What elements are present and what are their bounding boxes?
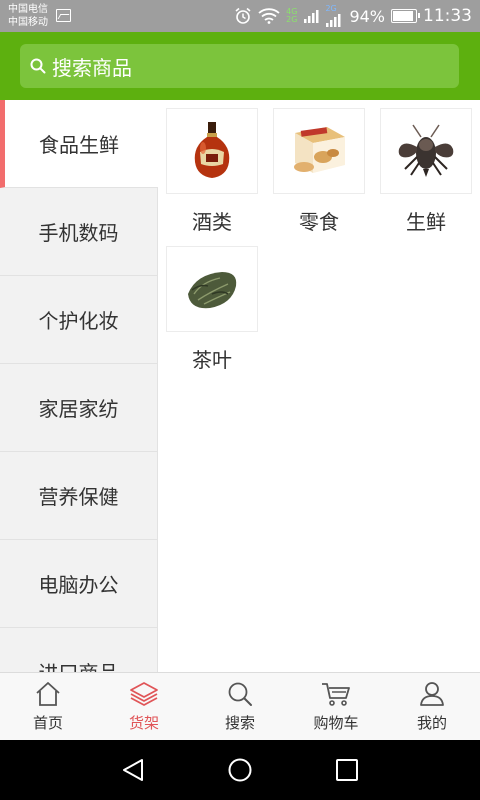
carrier-1: 中国电信: [8, 4, 48, 15]
nav-home[interactable]: 首页: [0, 673, 96, 740]
subcategory-liquor[interactable]: 酒类: [166, 108, 258, 235]
nav-shelf[interactable]: 货架: [96, 673, 192, 740]
liquor-bottle-icon: [194, 122, 230, 178]
category-item-imported[interactable]: 进口商品: [0, 628, 158, 672]
category-item-home[interactable]: 家居家纺: [0, 364, 158, 452]
header: 搜索商品: [0, 32, 480, 100]
subcategory-label: 茶叶: [192, 348, 232, 372]
search-placeholder: 搜索商品: [52, 55, 132, 80]
cart-icon: [322, 683, 350, 706]
signal-icon-1: [304, 10, 319, 23]
search-input[interactable]: 搜索商品: [20, 44, 459, 88]
category-list[interactable]: 食品生鲜 手机数码 个护化妆 家居家纺 营养保健 电脑办公 进口商品: [0, 100, 158, 672]
search-icon: [30, 58, 46, 74]
image-notification-icon: [56, 9, 71, 22]
nav-search[interactable]: 搜索: [192, 673, 288, 740]
home-icon: [36, 682, 60, 706]
network-type: 4G 2G: [286, 8, 297, 24]
shelf-layers-icon: [130, 682, 158, 706]
snack-box-icon: [294, 127, 345, 173]
nav-label: 我的: [416, 714, 447, 732]
tea-thumbnail: [166, 246, 258, 332]
subcategory-label: 零食: [299, 210, 339, 234]
subcategory-snacks[interactable]: 零食: [273, 108, 365, 235]
category-item-health[interactable]: 营养保健: [0, 452, 158, 540]
lobster-icon: [398, 124, 454, 177]
back-icon[interactable]: [121, 757, 145, 783]
recents-icon[interactable]: [335, 757, 359, 783]
subcategory-label: 酒类: [192, 210, 232, 234]
category-item-office[interactable]: 电脑办公: [0, 540, 158, 628]
nav-label: 搜索: [224, 714, 255, 732]
network-tag-2: 2G: [286, 15, 298, 24]
category-item-digital[interactable]: 手机数码: [0, 188, 158, 276]
network-type-2: 2G: [325, 5, 343, 27]
carrier-2: 中国移动: [8, 17, 48, 28]
clock: 11:33: [423, 6, 472, 26]
status-bar: 中国电信 中国移动 4G 2G 2G 94% 11:33: [0, 0, 480, 32]
battery-icon: [391, 9, 420, 23]
category-label: 食品生鲜: [39, 133, 119, 157]
nav-label: 购物车: [313, 714, 359, 732]
category-item-cosmetics[interactable]: 个护化妆: [0, 276, 158, 364]
category-label: 个护化妆: [38, 309, 119, 333]
subcategory-label: 生鲜: [406, 210, 446, 234]
subcategory-tea[interactable]: 茶叶: [166, 246, 258, 373]
battery-percent: 94%: [349, 6, 385, 26]
category-label: 家居家纺: [38, 397, 119, 421]
snacks-thumbnail: [273, 108, 365, 194]
status-right: 4G 2G 2G 94% 11:33: [234, 4, 472, 28]
category-label: 手机数码: [38, 221, 119, 245]
category-label: 电脑办公: [38, 573, 119, 597]
nav-label: 首页: [32, 714, 63, 732]
category-label: 进口商品: [39, 657, 119, 672]
subcategory-fresh[interactable]: 生鲜: [380, 108, 472, 235]
carrier-info: 中国电信 中国移动: [8, 3, 48, 29]
subcategory-grid: 酒类 零食 生鲜 茶叶: [158, 100, 480, 672]
home-circle-icon[interactable]: [227, 757, 253, 783]
nav-cart[interactable]: 购物车: [288, 673, 384, 740]
nav-mine[interactable]: 我的: [384, 673, 480, 740]
nav-label: 货架: [128, 714, 159, 732]
system-nav-bar: [0, 740, 480, 800]
wifi-icon: [258, 8, 280, 24]
alarm-icon: [235, 7, 251, 24]
signal-icon-2: [326, 14, 341, 27]
network-tag-3: 2G: [325, 4, 337, 13]
fresh-thumbnail: [380, 108, 472, 194]
liquor-thumbnail: [166, 108, 258, 194]
category-label: 营养保健: [38, 485, 119, 509]
user-icon: [420, 682, 444, 706]
tea-leaves-icon: [188, 272, 237, 309]
category-item-food[interactable]: 食品生鲜: [0, 100, 158, 188]
bottom-nav: 首页 货架 搜索 购物车 我的: [0, 672, 480, 740]
search-icon: [228, 682, 252, 706]
